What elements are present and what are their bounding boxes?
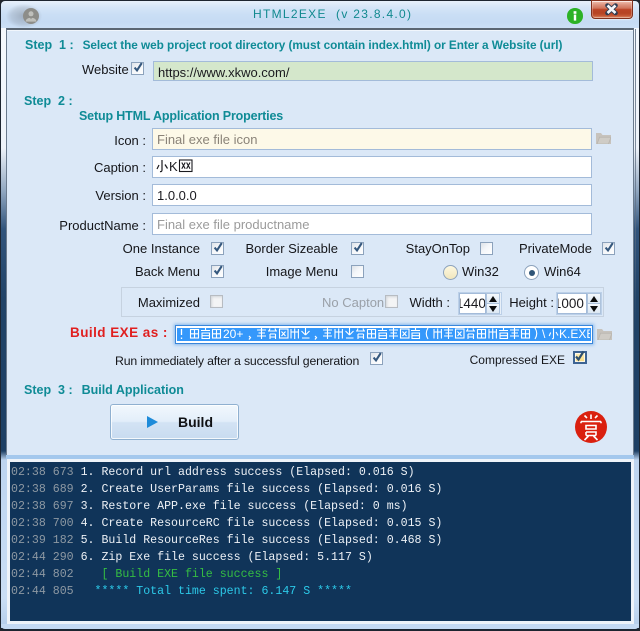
- svg-text:20+: 20+: [223, 327, 243, 341]
- svg-text:\: \: [542, 327, 546, 341]
- svg-text:K: K: [169, 159, 178, 174]
- svg-text:K.EXE: K.EXE: [559, 327, 590, 341]
